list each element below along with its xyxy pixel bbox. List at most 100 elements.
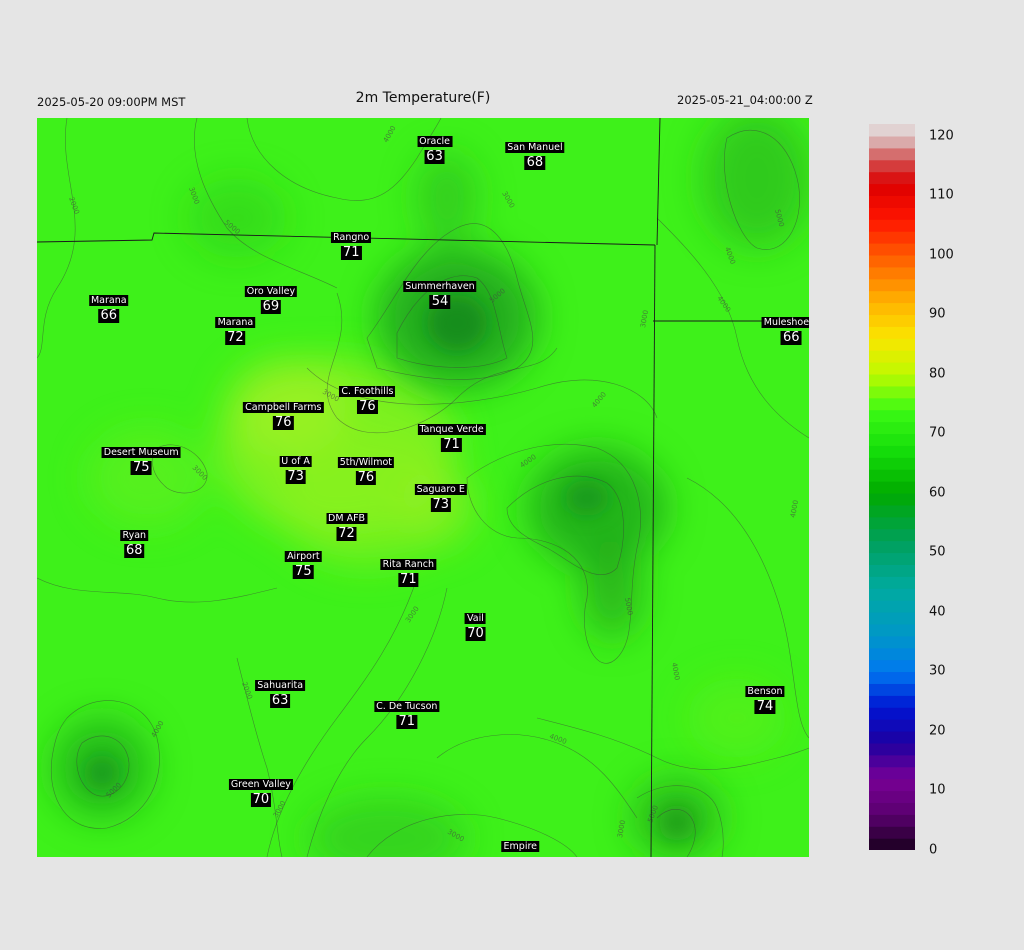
station-label: Marana 72 (215, 310, 256, 346)
station-label: Airport 75 (285, 544, 322, 579)
colorbar-segment (869, 826, 915, 839)
station-label: Ryan 68 (120, 523, 149, 559)
colorbar-segment (869, 707, 915, 720)
station-temperature: 54 (429, 294, 451, 310)
station-temperature: 68 (524, 154, 546, 170)
colorbar-segment (869, 730, 915, 744)
colorbar-tick-label: 0 (929, 842, 938, 858)
colorbar-segment (869, 397, 915, 411)
station-name: Summerhaven (403, 281, 477, 293)
station-temperature: 63 (424, 149, 445, 165)
station-label: Muleshoe R66 (761, 310, 809, 345)
colorbar-segment (869, 207, 915, 220)
station-name: Vail (465, 613, 486, 625)
colorbar-segment (869, 385, 915, 399)
colorbar-segment (869, 576, 915, 589)
colorbar-segment (869, 147, 915, 161)
station-temperature: 73 (430, 497, 452, 513)
station-name: Marana (215, 317, 256, 329)
station-temperature: 71 (398, 572, 419, 588)
colorbar-segment (869, 540, 915, 554)
colorbar-segment (869, 338, 915, 351)
colorbar-tick-label: 50 (929, 544, 946, 560)
colorbar-segment (869, 433, 915, 446)
colorbar-tick-label: 30 (929, 663, 946, 679)
colorbar-tick-label: 10 (929, 782, 946, 798)
colorbar-segment (869, 528, 915, 542)
station-name: C. De Tucson (374, 700, 440, 712)
colorbar-tick-label: 70 (929, 425, 946, 441)
colorbar-segment (869, 135, 915, 149)
station-label: Green Valley 70 (228, 772, 293, 807)
station-name: 5th/Wilmot (337, 457, 394, 469)
station-name: Rita Ranch (380, 559, 436, 571)
station-temperature: 71 (340, 245, 362, 261)
colorbar-segment (869, 302, 915, 316)
colorbar-segment (869, 766, 915, 780)
colorbar-segment (869, 778, 915, 792)
station-label: Benson 74 (745, 679, 785, 715)
colorbar-segment (869, 195, 915, 208)
station-label: C. Foothills 76 (339, 379, 396, 415)
station-name: Muleshoe R (761, 316, 809, 328)
colorbar-tick-label: 90 (929, 306, 946, 322)
colorbar-segment (869, 588, 915, 601)
colorbar-tick-label: 60 (929, 485, 946, 501)
station-label: San Manuel 68 (505, 135, 565, 170)
colorbar-segment (869, 552, 915, 565)
colorbar-segment (869, 814, 915, 827)
colorbar-segment (869, 611, 915, 625)
station-temperature: 72 (336, 525, 357, 541)
station-name: C. Foothills (339, 386, 396, 398)
colorbar-tick-label: 100 (929, 247, 954, 263)
station-label: DM AFB 72 (326, 506, 368, 541)
colorbar-segment (869, 719, 915, 732)
colorbar-segment (869, 457, 915, 470)
colorbar-segment (869, 421, 915, 435)
colorbar-tick-label: 120 (929, 128, 954, 144)
colorbar-segment (869, 838, 915, 850)
colorbar-segment (869, 469, 915, 482)
colorbar-segment (869, 231, 915, 244)
colorbar-tick-label: 40 (929, 604, 946, 620)
station-name: Green Valley (228, 778, 293, 790)
station-temperature: 66 (780, 329, 802, 345)
station-temperature: 69 (260, 298, 282, 314)
station-name: Marana (88, 294, 129, 306)
colorbar-segment (869, 516, 915, 530)
station-temperature: 66 (98, 307, 120, 323)
station-label: Marana 66 (88, 288, 129, 323)
station-temperature: 71 (441, 436, 462, 452)
station-name: Saguaro E (414, 484, 467, 496)
station-temperature: 70 (465, 626, 486, 642)
colorbar-segment (869, 171, 915, 185)
colorbar-segment (869, 600, 915, 613)
station-name: Ryan (120, 530, 149, 542)
colorbar-tick-label: 20 (929, 723, 946, 739)
station-temperature: 74 (754, 699, 776, 715)
station-temperature: 73 (285, 468, 306, 484)
temperature-colorbar (869, 124, 915, 850)
colorbar-segment (869, 183, 915, 197)
station-label: Rita Ranch 71 (380, 552, 436, 588)
station-label: U of A 73 (279, 449, 312, 484)
station-name: Sahuarita (255, 679, 306, 691)
station-temperature: 70 (250, 791, 272, 807)
station-name: Airport (285, 550, 322, 562)
colorbar-segment (869, 314, 915, 327)
colorbar-scale (869, 124, 915, 850)
colorbar-tick-label: 110 (929, 187, 954, 203)
colorbar-segment (869, 254, 915, 268)
station-name: DM AFB (326, 512, 368, 524)
station-name: Tanque Verde (417, 423, 486, 435)
colorbar-segment (869, 290, 915, 304)
station-temperature: 75 (293, 563, 314, 579)
colorbar-segment (869, 350, 915, 363)
colorbar-segment (869, 409, 915, 423)
station-label: Tanque Verde 71 (417, 417, 486, 452)
station-label: Sahuarita 63 (255, 673, 306, 708)
colorbar-segment (869, 373, 915, 387)
temperature-map: 2000 3000 5000 4000 3000 5000 3000 4000 … (37, 118, 809, 857)
station-label: Vail 70 (465, 606, 486, 642)
colorbar-segment (869, 742, 915, 756)
